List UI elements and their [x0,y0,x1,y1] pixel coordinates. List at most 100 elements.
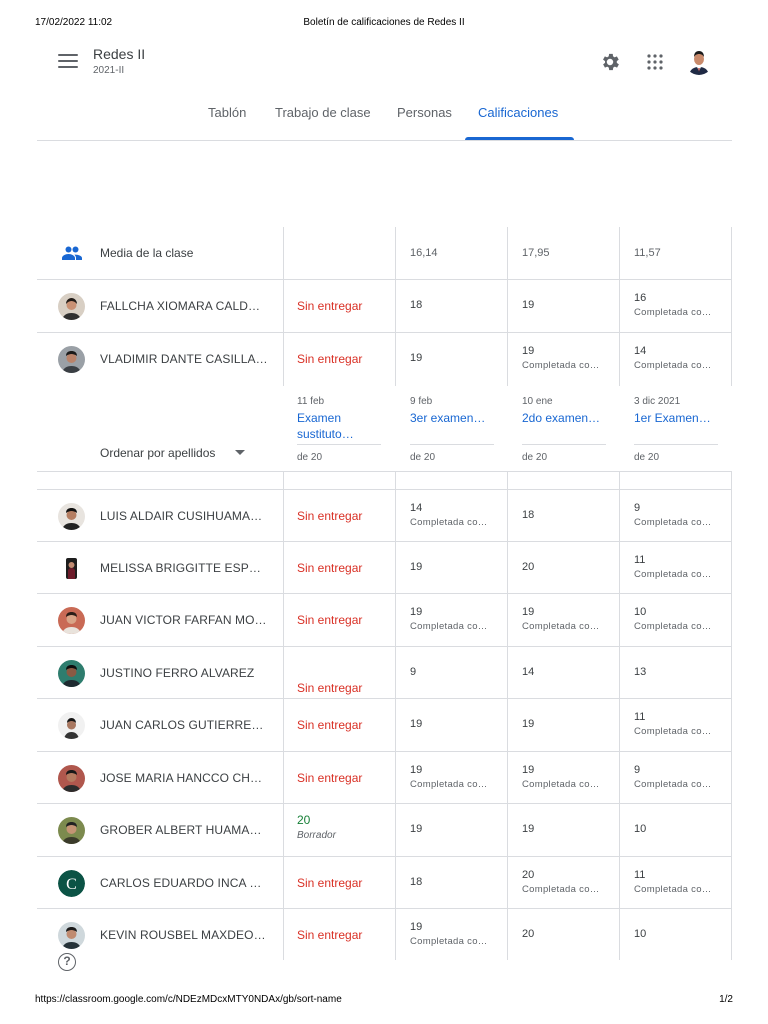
grade-status: Completada co… [410,517,488,528]
grade-cell[interactable]: 9 Completada co… [634,502,734,528]
grade-cell[interactable]: 19 Completada co… [410,921,510,947]
submission-status[interactable]: Sin entregar [297,928,362,942]
course-name[interactable]: Redes II [93,46,145,62]
chevron-down-icon[interactable] [235,450,245,455]
tab-calificaciones[interactable]: Calificaciones [478,105,558,120]
student-name[interactable]: GROBER ALBERT HUAMA… [100,823,268,837]
grade-status: Completada co… [634,884,712,895]
student-avatar [58,660,85,687]
grade-value: 19 [410,606,423,618]
grade-value: 19 [410,764,423,776]
submission-status[interactable]: Sin entregar [297,509,362,523]
grade-cell[interactable]: 19 [522,299,622,311]
grade-cell[interactable]: 18 [522,509,622,521]
grade-cell[interactable]: 19 Completada co… [410,606,510,632]
grade-cell[interactable]: 18 [410,876,510,888]
assignment-column-header[interactable]: 10 ene 2do examen… de 20 [522,396,606,463]
grade-status: Completada co… [410,936,488,947]
submission-status[interactable]: Sin entregar [297,352,362,366]
grade-cell[interactable]: 19 [410,352,510,364]
grade-cell[interactable]: 11 Completada co… [634,554,734,580]
grade-cell[interactable]: 19 Completada co… [522,764,622,790]
grade-value: 10 [634,928,647,940]
grade-cell[interactable]: 19 [522,718,622,730]
grade-status: Completada co… [522,779,600,790]
grade-cell[interactable]: 14 [522,666,622,678]
menu-icon[interactable] [58,54,78,70]
grade-cell[interactable]: 20 [522,561,622,573]
grade-value: 19 [522,606,535,618]
submission-status[interactable]: Sin entregar [297,613,362,627]
grade-cell[interactable]: 19 [410,718,510,730]
grade-cell[interactable]: 11 Completada co… [634,711,734,737]
submission-status[interactable]: Sin entregar [297,299,362,313]
grade-status: Completada co… [410,621,488,632]
grade-cell[interactable]: 14 Completada co… [634,345,734,371]
grade-cell[interactable]: 19 [410,823,510,835]
assignment-header: Ordenar por apellidos 11 feb Examen sust… [37,386,732,472]
grade-cell[interactable]: 11 Completada co… [634,869,734,895]
apps-icon[interactable] [647,54,663,70]
grade-cell[interactable]: 19 Completada co… [410,764,510,790]
student-name[interactable]: LUIS ALDAIR CUSIHUAMA… [100,509,268,523]
student-row: GROBER ALBERT HUAMA… 20 Borrador 19 19 1… [37,804,732,856]
student-name[interactable]: CARLOS EDUARDO INCA … [100,876,268,890]
account-avatar[interactable] [685,47,713,75]
grade-cell[interactable]: 10 [634,928,734,940]
grade-cell[interactable]: 9 [410,666,510,678]
submission-status[interactable]: Sin entregar [297,718,362,732]
grade-cell[interactable]: 19 Completada co… [522,606,622,632]
student-row: JUSTINO FERRO ALVAREZ Sin entregar 9 14 … [37,647,732,699]
grade-cell[interactable]: 19 Completada co… [522,345,622,371]
student-name[interactable]: MELISSA BRIGGITTE ESPE… [100,561,268,575]
grade-cell[interactable]: 9 Completada co… [634,764,734,790]
grade-cell[interactable]: 20 [522,928,622,940]
tab-personas[interactable]: Personas [397,105,452,120]
student-name[interactable]: VLADIMIR DANTE CASILLA… [100,352,268,366]
student-avatar [58,607,85,634]
grade-value: 19 [410,561,423,573]
grade-cell[interactable]: 10 [634,823,734,835]
grade-cell[interactable]: 16 Completada co… [634,292,734,318]
assignment-column-header[interactable]: 9 feb 3er examen… de 20 [410,396,494,463]
grade-cell[interactable]: 19 [410,561,510,573]
gear-icon[interactable] [599,51,621,73]
help-icon[interactable]: ? [58,953,76,971]
grade-cell[interactable]: 19 [522,823,622,835]
grade-value: 16 [634,292,647,304]
sort-dropdown[interactable]: Ordenar por apellidos [100,446,215,460]
grade-cell[interactable]: 20 Completada co… [522,869,622,895]
student-avatar [58,346,85,373]
student-name[interactable]: JUAN VICTOR FARFAN MO… [100,613,268,627]
grade-cell[interactable]: 10 Completada co… [634,606,734,632]
grade-cell[interactable]: 14 Completada co… [410,502,510,528]
student-name[interactable]: JUAN CARLOS GUTIERREZ… [100,718,268,732]
grade-value: 19 [522,299,535,311]
header-rule [410,444,494,445]
header-rule [634,444,718,445]
grade-value: 20 [522,928,535,940]
assignment-title[interactable]: 3er examen… [410,410,494,442]
assignment-title[interactable]: 2do examen… [522,410,606,442]
student-name[interactable]: FALLCHA XIOMARA CALD… [100,299,268,313]
grade-value: 20 [522,561,535,573]
submission-status[interactable]: Sin entregar [297,681,362,695]
student-name[interactable]: JUSTINO FERRO ALVAREZ [100,666,268,680]
tab-tablon[interactable]: Tablón [208,105,246,120]
submission-status[interactable]: Sin entregar [297,771,362,785]
assignment-column-header[interactable]: 11 feb Examen sustituto… de 20 [297,396,381,463]
assignment-title[interactable]: Examen sustituto… [297,410,381,442]
people-icon [62,246,82,260]
grade-cell[interactable]: 13 [634,666,734,678]
student-name[interactable]: JOSE MARIA HANCCO CH… [100,771,268,785]
assignment-title[interactable]: 1er Examen… [634,410,718,442]
assignment-column-header[interactable]: 3 dic 2021 1er Examen… de 20 [634,396,718,463]
tab-trabajo-de-clase[interactable]: Trabajo de clase [275,105,371,120]
student-name[interactable]: KEVIN ROUSBEL MAXDEO … [100,928,268,942]
grade-status: Completada co… [634,360,712,371]
submission-status[interactable]: Sin entregar [297,876,362,890]
grade-cell[interactable]: 18 [410,299,510,311]
app-bar: Redes II 2021-II [37,40,732,84]
submission-status[interactable]: Sin entregar [297,561,362,575]
draft-grade[interactable]: 20 [297,813,310,827]
